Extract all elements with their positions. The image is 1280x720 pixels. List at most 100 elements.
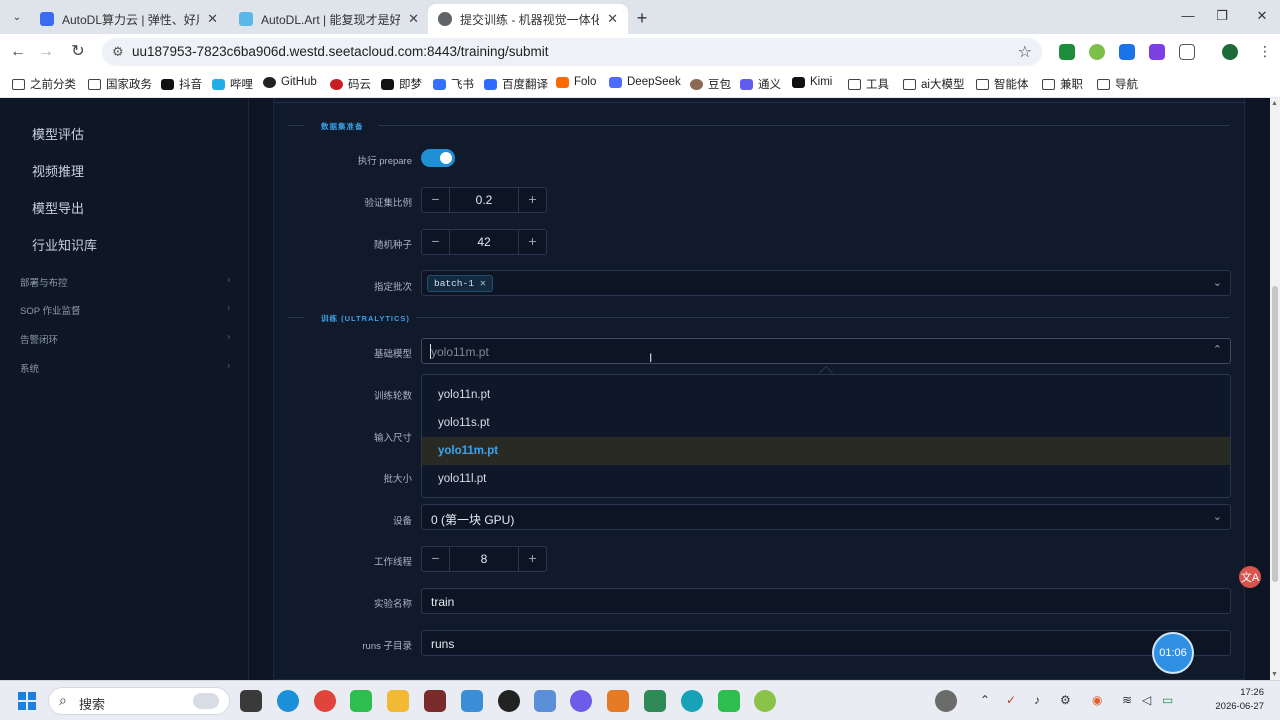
sidebar-item-model-eval[interactable]: 模型评估 — [32, 124, 84, 143]
tray-overflow-icon[interactable]: ⌃ — [980, 693, 990, 707]
option-yolo11n[interactable]: yolo11n.pt — [422, 381, 1230, 409]
windows-start-icon[interactable] — [18, 692, 36, 710]
tray-app-icon[interactable]: ◉ — [1092, 693, 1102, 707]
qq-icon[interactable] — [498, 690, 520, 712]
app-icon[interactable] — [644, 690, 666, 712]
site-info-icon[interactable]: ⚙ — [112, 44, 124, 60]
app-icon[interactable] — [534, 690, 556, 712]
tab-training-submit[interactable]: 提交训练 - 机器视觉一体化服务 ✕ — [428, 4, 628, 34]
option-yolo11m-selected[interactable]: yolo11m.pt — [422, 437, 1230, 465]
batch-select[interactable]: batch-1 ✕ ⌄ — [421, 270, 1231, 296]
bookmark-folder[interactable]: 智能体 — [976, 76, 1029, 92]
task-view-icon[interactable] — [240, 690, 262, 712]
more-menu-icon[interactable]: ⋮ — [1258, 43, 1272, 60]
bookmark-folder[interactable]: 之前分类 — [12, 76, 76, 92]
bookmark-folder[interactable]: 国家政务 — [88, 76, 152, 92]
option-yolo11l[interactable]: yolo11l.pt — [422, 465, 1230, 493]
extension-leaf-icon[interactable] — [1089, 44, 1105, 60]
tab-autodl[interactable]: AutoDL算力云 | 弹性、好用、 ✕ — [30, 4, 228, 34]
edge-icon[interactable] — [277, 690, 299, 712]
increment-button[interactable]: + — [519, 547, 546, 571]
bookmark-link[interactable]: 即梦 — [381, 76, 422, 92]
workers-input[interactable]: 8 — [449, 547, 519, 571]
close-tab-icon[interactable]: ✕ — [408, 11, 419, 27]
bookmark-link[interactable]: Folo — [556, 76, 596, 88]
battery-icon[interactable]: ▭ — [1162, 693, 1173, 707]
reload-icon[interactable]: ↻ — [68, 42, 88, 62]
new-tab-button[interactable]: + — [632, 8, 652, 29]
scroll-thumb[interactable] — [1272, 286, 1278, 582]
sidebar-item-knowledge-base[interactable]: 行业知识库 — [32, 235, 97, 254]
decrement-button[interactable]: − — [422, 230, 449, 254]
bookmark-link[interactable]: 豆包 — [690, 76, 731, 92]
app-icon[interactable] — [570, 690, 592, 712]
app-icon[interactable] — [607, 690, 629, 712]
bookmark-link[interactable]: DeepSeek — [609, 76, 681, 88]
tab-autodl-art[interactable]: AutoDL.Art | 能复现才是好算 ✕ — [229, 4, 429, 34]
device-select[interactable]: 0 (第一块 GPU) ⌄ — [421, 504, 1231, 530]
sidebar-group-sop[interactable]: SOP 作业监督 › — [20, 303, 230, 317]
system-clock[interactable]: 17:26 2026-06-27 — [1208, 686, 1264, 714]
bookmark-link[interactable]: 码云 — [330, 76, 371, 92]
bookmark-folder[interactable]: 工具 — [848, 76, 889, 92]
chrome-icon[interactable] — [314, 690, 336, 712]
base-model-select[interactable]: yolo11m.pt ⌃ — [421, 338, 1231, 364]
extensions-puzzle-icon[interactable] — [1179, 44, 1195, 60]
volume-icon[interactable]: ◁ — [1142, 693, 1151, 707]
bookmark-star-icon[interactable]: ☆ — [1018, 42, 1032, 62]
decrement-button[interactable]: − — [422, 547, 449, 571]
bookmark-link[interactable]: 抖音 — [161, 76, 202, 92]
app-icon[interactable] — [424, 690, 446, 712]
scroll-up-icon[interactable]: ▲ — [1271, 100, 1278, 107]
microphone-icon[interactable]: ♪ — [1034, 693, 1040, 707]
increment-button[interactable]: + — [519, 188, 546, 212]
file-explorer-icon[interactable] — [387, 690, 409, 712]
bookmark-folder[interactable]: 兼职 — [1042, 76, 1083, 92]
bookmark-link[interactable]: 百度翻译 — [484, 76, 548, 92]
app-icon[interactable] — [754, 690, 776, 712]
extension-download-icon[interactable] — [1059, 44, 1075, 60]
notepad-icon[interactable] — [461, 690, 483, 712]
close-window-icon[interactable]: ✕ — [1250, 8, 1274, 24]
extension-grammar-icon[interactable] — [1149, 44, 1165, 60]
sidebar-item-video-inference[interactable]: 视频推理 — [32, 161, 84, 180]
forward-icon[interactable]: → — [36, 42, 56, 62]
bookmark-folder[interactable]: ai大模型 — [903, 76, 964, 92]
scroll-down-icon[interactable]: ▼ — [1271, 671, 1278, 678]
increment-button[interactable]: + — [519, 230, 546, 254]
wechat-icon[interactable] — [350, 690, 372, 712]
bookmark-folder[interactable]: 导航 — [1097, 76, 1138, 92]
bookmark-link[interactable]: 哔哩 — [212, 76, 253, 92]
close-tab-icon[interactable]: ✕ — [607, 11, 618, 27]
sidebar-group-system[interactable]: 系统 › — [20, 361, 230, 375]
app-icon[interactable] — [681, 690, 703, 712]
sidebar-group-deploy[interactable]: 部署与布控 › — [20, 275, 230, 289]
taskbar-search[interactable]: ⌕ 搜索 — [48, 687, 230, 715]
tray-app-icon[interactable]: ⚙ — [1060, 693, 1071, 707]
tray-app-icon[interactable]: ✓ — [1006, 693, 1016, 707]
tray-app-icon[interactable] — [935, 690, 957, 712]
bookmark-link[interactable]: 通义 — [740, 76, 781, 92]
sidebar-item-model-export[interactable]: 模型导出 — [32, 198, 84, 217]
remove-tag-icon[interactable]: ✕ — [480, 278, 486, 290]
back-icon[interactable]: ← — [8, 42, 28, 62]
runs-dir-input[interactable]: runs — [421, 630, 1231, 656]
profile-avatar[interactable] — [1222, 44, 1238, 60]
url-text[interactable]: uu187953-7823c6ba906d.westd.seetacloud.c… — [132, 44, 549, 59]
tab-search-dropdown[interactable]: ⌄ — [6, 6, 28, 28]
page-scrollbar[interactable]: ▲ ▼ — [1270, 98, 1280, 680]
address-bar[interactable]: ⚙ uu187953-7823c6ba906d.westd.seetacloud… — [102, 38, 1042, 66]
bookmark-link[interactable]: 飞书 — [433, 76, 474, 92]
seed-input[interactable]: 42 — [449, 230, 519, 254]
extension-markdown-icon[interactable] — [1119, 44, 1135, 60]
exp-name-input[interactable]: train — [421, 588, 1231, 614]
restore-icon[interactable]: ❐ — [1210, 8, 1234, 24]
app-icon[interactable] — [718, 690, 740, 712]
option-yolo11s[interactable]: yolo11s.pt — [422, 409, 1230, 437]
minimize-icon[interactable]: — — [1176, 8, 1200, 23]
bookmark-link[interactable]: Kimi — [792, 76, 832, 88]
close-tab-icon[interactable]: ✕ — [207, 11, 218, 27]
bookmark-link[interactable]: GitHub — [263, 76, 317, 88]
translate-icon[interactable]: 文A — [1239, 566, 1261, 588]
decrement-button[interactable]: − — [422, 188, 449, 212]
